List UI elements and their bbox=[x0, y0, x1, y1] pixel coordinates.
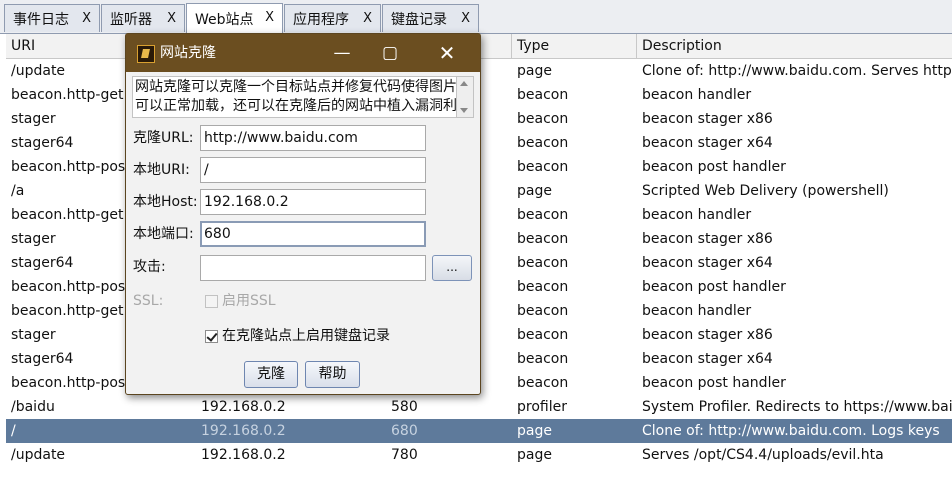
description-scrollbar[interactable] bbox=[456, 77, 473, 117]
cell-description: Scripted Web Delivery (powershell) bbox=[642, 183, 889, 199]
attack-label: 攻击: bbox=[133, 259, 166, 275]
cell-description: beacon handler bbox=[642, 207, 752, 223]
dialog-title: 网站克隆 bbox=[160, 45, 216, 61]
cell-type: beacon bbox=[517, 255, 569, 271]
cell-type: page bbox=[517, 183, 552, 199]
cell-description: beacon post handler bbox=[642, 375, 786, 391]
tab-label: 事件日志 bbox=[13, 11, 69, 28]
cell-description: beacon handler bbox=[642, 87, 752, 103]
close-icon[interactable]: ✕ bbox=[427, 34, 467, 72]
table-row[interactable]: /update 192.168.0.2 780 page Serves /opt/CS4… bbox=[6, 443, 952, 467]
clone-url-input[interactable]: http://www.baidu.com bbox=[200, 125, 426, 151]
local-host-input[interactable]: 192.168.0.2 bbox=[200, 189, 426, 215]
cell-type: page bbox=[517, 447, 552, 463]
tab-label: Web站点 bbox=[195, 11, 254, 28]
clone-site-dialog: 网站克隆 — ▢ ✕ 网站克隆可以克隆一个目标站点并修复代码使得图片可以正常加载… bbox=[125, 33, 481, 395]
tab-listeners[interactable]: 监听器 X bbox=[101, 4, 185, 32]
cell-host: 192.168.0.2 bbox=[201, 399, 286, 415]
cell-description: beacon stager x86 bbox=[642, 111, 773, 127]
cell-type: beacon bbox=[517, 375, 569, 391]
cell-description: beacon stager x86 bbox=[642, 327, 773, 343]
cell-type: beacon bbox=[517, 231, 569, 247]
cell-description: beacon post handler bbox=[642, 159, 786, 175]
local-port-input[interactable]: 680 bbox=[200, 221, 426, 247]
maximize-icon[interactable]: ▢ bbox=[370, 34, 410, 72]
tab-close-icon[interactable]: X bbox=[461, 11, 470, 26]
description-box[interactable]: 网站克隆可以克隆一个目标站点并修复代码使得图片可以正常加载，还可以在克隆后的网站… bbox=[132, 76, 474, 118]
cell-port: 680 bbox=[391, 423, 418, 439]
clone-url-label: 克隆URL: bbox=[133, 130, 194, 146]
cell-port: 780 bbox=[391, 447, 418, 463]
local-host-label: 本地Host: bbox=[133, 194, 198, 210]
tab-close-icon[interactable]: X bbox=[167, 11, 176, 26]
tab-applications[interactable]: 应用程序 X bbox=[284, 4, 381, 32]
cell-description: beacon stager x64 bbox=[642, 351, 773, 367]
cell-type: page bbox=[517, 63, 552, 79]
local-uri-input[interactable]: / bbox=[200, 157, 426, 183]
tab-label: 键盘记录 bbox=[391, 11, 447, 28]
cell-type: beacon bbox=[517, 87, 569, 103]
cell-type: beacon bbox=[517, 159, 569, 175]
cell-port: 580 bbox=[391, 399, 418, 415]
ssl-checkbox[interactable] bbox=[205, 295, 218, 308]
cell-uri: /baidu bbox=[11, 399, 55, 415]
tab-bar: 事件日志 X 监听器 X Web站点 X 应用程序 X 键盘记录 X bbox=[0, 0, 952, 34]
table-row[interactable]: / 192.168.0.2 680 page Clone of: http://www.… bbox=[6, 419, 952, 443]
header-type[interactable]: Type bbox=[512, 34, 637, 58]
table-row[interactable]: /baidu 192.168.0.2 580 profiler System Profi… bbox=[6, 395, 952, 419]
cell-type: beacon bbox=[517, 351, 569, 367]
cell-description: beacon stager x86 bbox=[642, 231, 773, 247]
cell-description: beacon stager x64 bbox=[642, 255, 773, 271]
keylog-checkbox[interactable] bbox=[205, 330, 218, 343]
cell-type: beacon bbox=[517, 327, 569, 343]
clone-button[interactable]: 克隆 bbox=[244, 361, 298, 388]
cell-description: beacon handler bbox=[642, 303, 752, 319]
cell-type: page bbox=[517, 423, 552, 439]
cell-uri: /update bbox=[11, 447, 66, 463]
scroll-up-icon[interactable] bbox=[460, 81, 468, 86]
cell-description: Clone of: http://www.baidu.com. Logs key… bbox=[642, 423, 940, 439]
tab-label: 应用程序 bbox=[293, 11, 349, 28]
cell-uri: / bbox=[11, 423, 16, 439]
cell-description: beacon stager x64 bbox=[642, 135, 773, 151]
description-text: 网站克隆可以克隆一个目标站点并修复代码使得图片可以正常加载，还可以在克隆后的网站… bbox=[135, 79, 457, 114]
browse-button[interactable]: ... bbox=[432, 255, 472, 281]
tab-close-icon[interactable]: X bbox=[265, 10, 274, 25]
cell-type: beacon bbox=[517, 135, 569, 151]
help-button[interactable]: 帮助 bbox=[305, 361, 360, 388]
cell-description: System Profiler. Redirects to https://ww… bbox=[642, 399, 952, 415]
local-port-label: 本地端口: bbox=[133, 226, 194, 242]
local-uri-label: 本地URI: bbox=[133, 162, 190, 178]
header-description[interactable]: Description bbox=[637, 34, 952, 58]
cell-description: Clone of: http://www.baidu.com. Serves h… bbox=[642, 63, 952, 79]
cell-host: 192.168.0.2 bbox=[201, 423, 286, 439]
tab-event-log[interactable]: 事件日志 X bbox=[4, 4, 100, 32]
cell-description: Serves /opt/CS4.4/uploads/evil.hta bbox=[642, 447, 884, 463]
tab-keystrokes[interactable]: 键盘记录 X bbox=[382, 4, 479, 32]
tab-close-icon[interactable]: X bbox=[363, 11, 372, 26]
ssl-checkbox-label: 启用SSL bbox=[222, 293, 276, 309]
cell-type: beacon bbox=[517, 207, 569, 223]
scroll-down-icon[interactable] bbox=[460, 108, 468, 113]
dialog-title-bar[interactable]: 网站克隆 — ▢ ✕ bbox=[126, 34, 480, 72]
tab-web-sites[interactable]: Web站点 X bbox=[186, 3, 283, 33]
cell-type: beacon bbox=[517, 111, 569, 127]
app-icon bbox=[137, 45, 155, 63]
tab-label: 监听器 bbox=[110, 11, 152, 28]
cell-type: beacon bbox=[517, 303, 569, 319]
ssl-label: SSL: bbox=[133, 293, 164, 309]
cell-type: profiler bbox=[517, 399, 567, 415]
tab-close-icon[interactable]: X bbox=[82, 11, 91, 26]
cell-host: 192.168.0.2 bbox=[201, 447, 286, 463]
cell-type: beacon bbox=[517, 279, 569, 295]
keylog-checkbox-label: 在克隆站点上启用键盘记录 bbox=[222, 328, 390, 344]
cell-description: beacon post handler bbox=[642, 279, 786, 295]
minimize-icon[interactable]: — bbox=[322, 34, 362, 72]
attack-input[interactable] bbox=[200, 255, 426, 281]
